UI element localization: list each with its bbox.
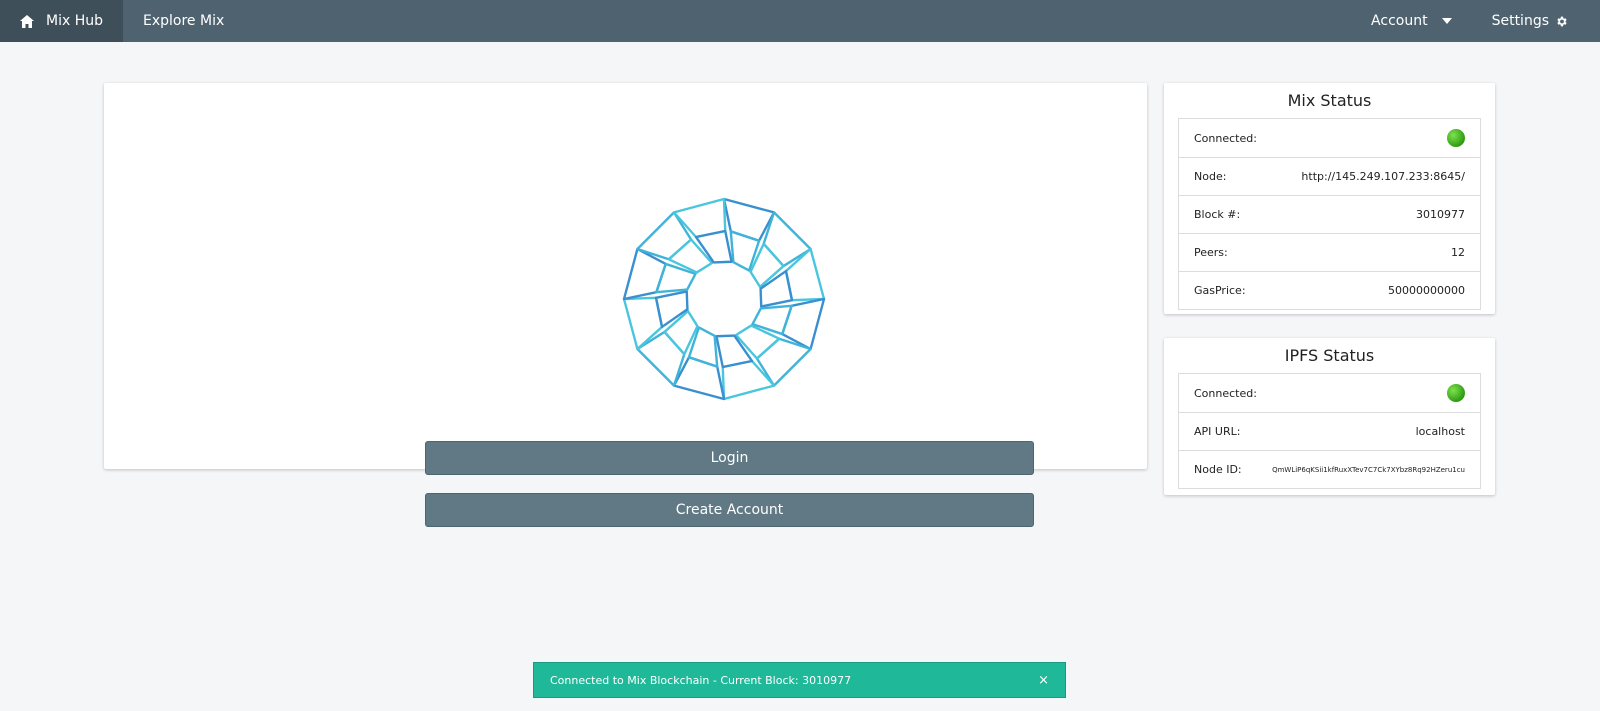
row-label: API URL: xyxy=(1194,425,1241,438)
ipfs-status-table: Connected: API URL: localhost Node ID: Q… xyxy=(1178,373,1481,489)
logo-facet xyxy=(755,337,812,387)
home-icon xyxy=(20,14,34,28)
ipfs-status-row-connected: Connected: xyxy=(1179,374,1480,412)
mix-status-row-peers: Peers: 12 xyxy=(1179,233,1480,271)
row-label: Peers: xyxy=(1194,246,1228,259)
main-login-card: Login Create Account xyxy=(104,83,1147,527)
row-label: Connected: xyxy=(1194,131,1257,145)
row-value: http://145.249.107.233:8645/ xyxy=(1301,170,1465,183)
toast-message: Connected to Mix Blockchain - Current Bl… xyxy=(550,673,852,687)
nav-explore-label: Explore Mix xyxy=(143,13,225,29)
row-value: 3010977 xyxy=(1416,208,1465,221)
row-label: GasPrice: xyxy=(1194,284,1246,297)
logo-facet xyxy=(672,197,727,239)
logo-facet xyxy=(762,211,812,268)
row-label: Node ID: xyxy=(1194,463,1242,476)
mix-status-row-block: Block #: 3010977 xyxy=(1179,195,1480,233)
nav-account-dropdown[interactable]: Account xyxy=(1351,0,1472,42)
status-dot-icon xyxy=(1447,384,1465,402)
logo-facet xyxy=(784,247,826,302)
status-dot-icon xyxy=(1447,129,1465,147)
nav-explore-mix[interactable]: Explore Mix xyxy=(123,0,244,42)
mix-status-row-node: Node: http://145.249.107.233:8645/ xyxy=(1179,157,1480,195)
logo-facet xyxy=(636,211,693,261)
nav-settings[interactable]: Settings xyxy=(1472,0,1600,42)
logo-facet xyxy=(636,330,686,387)
nav-mix-hub-label: Mix Hub xyxy=(46,13,103,29)
row-value: QmWLiP6qKSii1kfRuxXTev7C7Ck7XYbz8Rq92HZe… xyxy=(1272,465,1465,474)
gear-icon xyxy=(1555,15,1568,28)
ipfs-status-row-api-url: API URL: localhost xyxy=(1179,412,1480,450)
logo-facet xyxy=(721,359,776,401)
mix-logo-icon xyxy=(619,194,829,408)
row-label: Connected: xyxy=(1194,386,1257,400)
close-icon[interactable]: × xyxy=(1038,673,1049,688)
login-button[interactable]: Login xyxy=(425,441,1034,475)
mix-status-card: Mix Status Connected: Node: http://145.2… xyxy=(1164,83,1495,314)
mix-status-row-connected: Connected: xyxy=(1179,119,1480,157)
ipfs-status-title: IPFS Status xyxy=(1284,346,1375,365)
row-value: 50000000000 xyxy=(1388,284,1465,297)
row-value: localhost xyxy=(1415,425,1465,438)
nav-settings-label: Settings xyxy=(1491,13,1549,29)
logo-facet xyxy=(622,296,664,351)
row-label: Block #: xyxy=(1194,208,1241,221)
row-value: 12 xyxy=(1451,246,1465,259)
nav-right-group: Account Settings xyxy=(1351,0,1600,42)
ipfs-status-row-node-id: Node ID: QmWLiP6qKSii1kfRuxXTev7C7Ck7XYb… xyxy=(1179,450,1480,488)
caret-down-icon xyxy=(1441,18,1452,24)
row-label: Node: xyxy=(1194,170,1227,183)
ipfs-status-card: IPFS Status Connected: API URL: localhos… xyxy=(1164,338,1495,495)
nav-account-label: Account xyxy=(1371,13,1428,29)
nav-mix-hub[interactable]: Mix Hub xyxy=(0,0,123,42)
connection-toast: Connected to Mix Blockchain - Current Bl… xyxy=(533,662,1066,698)
logo-facet xyxy=(654,290,689,329)
logo-facet xyxy=(715,334,754,369)
logo-facet xyxy=(759,269,794,308)
mix-status-title: Mix Status xyxy=(1287,91,1372,110)
create-account-button[interactable]: Create Account xyxy=(425,493,1034,527)
mix-status-table: Connected: Node: http://145.249.107.233:… xyxy=(1178,118,1481,310)
top-navbar: Mix Hub Explore Mix Account Settings xyxy=(0,0,1600,42)
logo-facet xyxy=(694,229,733,264)
mix-status-row-gasprice: GasPrice: 50000000000 xyxy=(1179,271,1480,309)
